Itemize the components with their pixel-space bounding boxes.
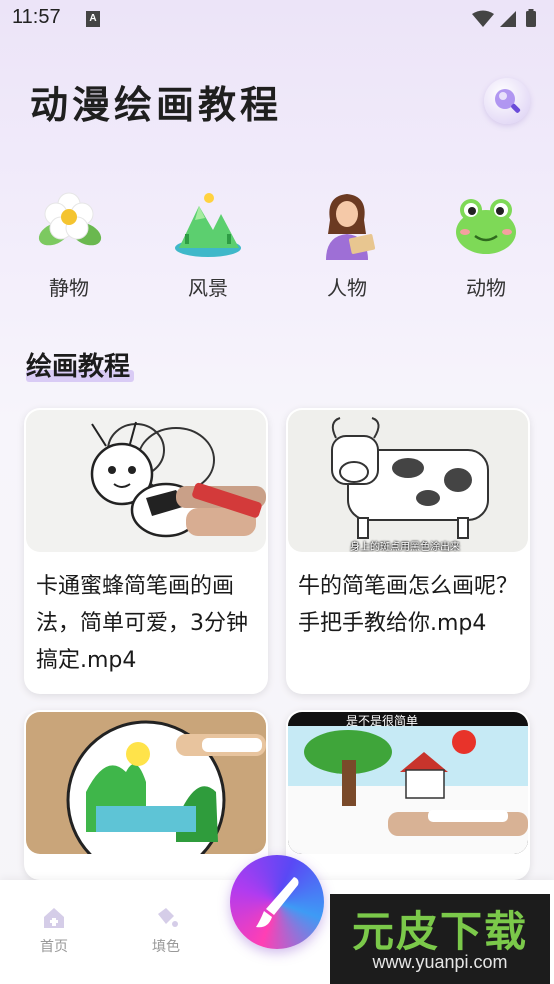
watermark-brand: 元皮下载 <box>351 907 528 956</box>
tutorial-title: 卡通蜜蜂简笔画的画法，简单可爱，3分钟搞定.mp4 <box>36 574 248 673</box>
category-row: 静物 风景 人物 动物 <box>0 190 554 310</box>
category-landscape[interactable]: 风景 <box>158 190 258 300</box>
nav-home-label: 首页 <box>40 939 68 955</box>
draw-fab-button[interactable] <box>230 855 324 949</box>
notification-icon: A <box>86 11 100 27</box>
tutorial-thumbnail <box>26 410 266 552</box>
status-time: 11:57 <box>12 6 61 28</box>
thumbnail-caption: 身上的斑点用黑色涂出来 <box>350 542 460 552</box>
tutorial-title: 牛的简笔画怎么画呢？手把手教给你.mp4 <box>298 574 519 636</box>
category-still-life[interactable]: 静物 <box>19 190 119 300</box>
section-title: 绘画教程 <box>26 352 131 382</box>
watermark: 元皮下载 www.yuanpi.com <box>330 894 550 984</box>
mountain-landscape-icon <box>175 193 241 257</box>
person-icon <box>326 194 376 260</box>
category-label: 风景 <box>188 276 228 300</box>
category-label: 静物 <box>49 276 89 300</box>
signal-battery-icons <box>472 9 536 27</box>
flower-icon <box>38 192 102 246</box>
signal-icon <box>500 11 516 27</box>
page-title: 动漫绘画教程 <box>30 82 283 127</box>
home-icon <box>44 908 64 928</box>
frog-icon <box>456 199 516 254</box>
thumbnail-caption: 是不是很简单 <box>346 714 419 728</box>
tree-house-drawing-image <box>288 726 528 854</box>
nav-home[interactable]: 首页 <box>24 904 84 956</box>
landscape-drawing-image <box>66 720 266 854</box>
tutorial-thumbnail: 身上的斑点用黑色涂出来 <box>288 410 528 552</box>
nav-fill-color[interactable]: 填色 <box>136 904 196 956</box>
category-label: 动物 <box>466 276 506 300</box>
search-button[interactable] <box>484 78 530 124</box>
watermark-url: www.yuanpi.com <box>372 952 508 972</box>
category-label: 人物 <box>327 276 367 300</box>
bee-drawing-image <box>90 421 266 538</box>
tutorial-thumbnail <box>26 712 266 854</box>
tutorial-card[interactable]: 身上的斑点用黑色涂出来 牛的简笔画怎么画呢？手把手教给你.mp4 <box>286 408 530 694</box>
tutorial-thumbnail: 是不是很简单 <box>288 712 528 854</box>
nav-fill-label: 填色 <box>152 939 180 955</box>
paint-bucket-icon <box>158 908 178 927</box>
battery-icon <box>526 11 536 27</box>
cow-drawing-image <box>331 417 489 539</box>
wifi-icon <box>472 10 494 27</box>
search-icon <box>495 89 521 113</box>
paintbrush-icon <box>256 877 299 928</box>
status-bar: 11:57 A <box>0 0 554 38</box>
category-animals[interactable]: 动物 <box>436 190 536 300</box>
category-people[interactable]: 人物 <box>297 190 397 300</box>
tutorial-card[interactable]: 卡通蜜蜂简笔画的画法，简单可爱，3分钟搞定.mp4 <box>24 408 268 694</box>
